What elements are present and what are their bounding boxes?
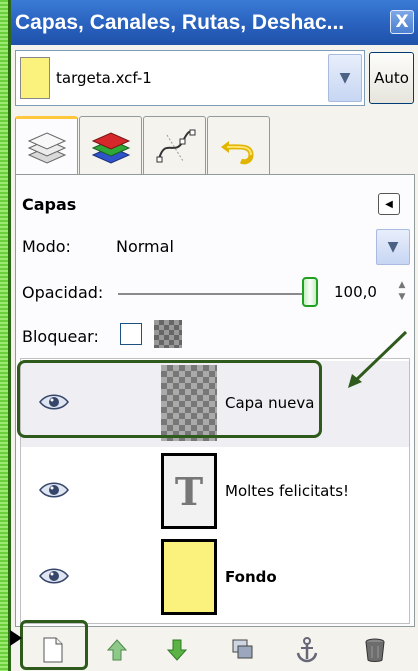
duplicate-icon xyxy=(232,639,253,659)
window-left-border xyxy=(0,0,8,671)
mode-label: Modo: xyxy=(22,237,71,256)
lock-pixels-checkbox[interactable] xyxy=(120,323,142,345)
raise-layer-button[interactable] xyxy=(97,631,137,669)
arrow-up-icon xyxy=(106,639,128,661)
opacity-label: Opacidad: xyxy=(22,283,104,302)
image-name: targeta.xcf-1 xyxy=(56,69,152,87)
chevron-down-icon: ▼ xyxy=(339,70,351,86)
eye-icon[interactable] xyxy=(39,393,69,411)
layers-list: Capa nueva T Moltes felicitats! Fondo xyxy=(20,358,410,624)
opacity-value[interactable]: 100,0 xyxy=(334,283,377,301)
new-document-icon xyxy=(43,637,63,663)
lock-alpha-icon[interactable] xyxy=(154,320,182,348)
lock-label: Bloquear: xyxy=(22,327,99,346)
triangle-left-icon: ◀ xyxy=(385,198,393,210)
new-layer-button[interactable] xyxy=(33,631,73,669)
image-dropdown-button[interactable]: ▼ xyxy=(328,54,362,102)
tab-paths[interactable] xyxy=(143,116,206,174)
close-icon: X xyxy=(395,12,409,32)
anchor-layer-button[interactable] xyxy=(287,631,327,669)
auto-button[interactable]: Auto xyxy=(369,52,414,104)
layers-toolbar xyxy=(11,627,418,671)
mode-dropdown-button[interactable]: ▼ xyxy=(376,229,410,265)
image-selector[interactable]: targeta.xcf-1 ▼ xyxy=(15,50,365,106)
dock-panel: targeta.xcf-1 ▼ Auto Capas ◀ Modo: Norma… xyxy=(11,45,418,671)
layers-section-title: Capas xyxy=(22,195,77,214)
close-button[interactable]: X xyxy=(390,10,414,34)
delete-layer-button[interactable] xyxy=(355,631,395,669)
layers-icon xyxy=(27,131,66,164)
layer-thumbnail xyxy=(161,539,217,615)
layers-tab-content: Capas ◀ Modo: Normal ▼ Opacidad: 100,0 ▲… xyxy=(15,174,415,627)
image-selector-row: targeta.xcf-1 ▼ Auto xyxy=(15,50,415,106)
duplicate-layer-button[interactable] xyxy=(223,631,263,669)
layer-row[interactable]: Fondo xyxy=(21,535,409,621)
opacity-slider-handle[interactable] xyxy=(302,277,318,307)
trash-icon xyxy=(365,638,385,662)
undo-icon xyxy=(220,140,254,164)
opacity-slider-track[interactable] xyxy=(118,293,308,295)
eye-icon[interactable] xyxy=(39,567,69,585)
mode-select-value[interactable]: Normal xyxy=(116,237,174,256)
dock-tabs xyxy=(15,116,415,176)
lower-layer-button[interactable] xyxy=(157,631,197,669)
layer-name[interactable]: Moltes felicitats! xyxy=(225,482,349,500)
layer-row[interactable]: T Moltes felicitats! xyxy=(21,449,409,535)
panel-menu-button[interactable]: ◀ xyxy=(378,193,400,215)
layer-name[interactable]: Fondo xyxy=(225,568,277,586)
opacity-spinner[interactable]: ▲ ▼ xyxy=(396,279,408,305)
window-title: Capas, Canales, Rutas, Deshac... xyxy=(15,10,345,34)
tab-layers[interactable] xyxy=(15,116,78,176)
title-bar[interactable]: Capas, Canales, Rutas, Deshac... X xyxy=(11,0,418,45)
eye-icon[interactable] xyxy=(39,481,69,499)
channels-icon xyxy=(91,131,130,164)
image-thumbnail xyxy=(20,57,50,99)
tab-undo[interactable] xyxy=(207,116,270,174)
anchor-icon xyxy=(296,637,318,663)
layer-row[interactable]: Capa nueva xyxy=(21,361,409,447)
paths-icon xyxy=(156,129,195,162)
chevron-down-icon: ▼ xyxy=(387,239,399,255)
layer-thumbnail xyxy=(161,365,217,441)
arrow-down-icon xyxy=(166,639,188,661)
text-layer-thumbnail: T xyxy=(161,453,217,529)
tab-channels[interactable] xyxy=(79,116,142,174)
layer-name[interactable]: Capa nueva xyxy=(225,394,314,412)
